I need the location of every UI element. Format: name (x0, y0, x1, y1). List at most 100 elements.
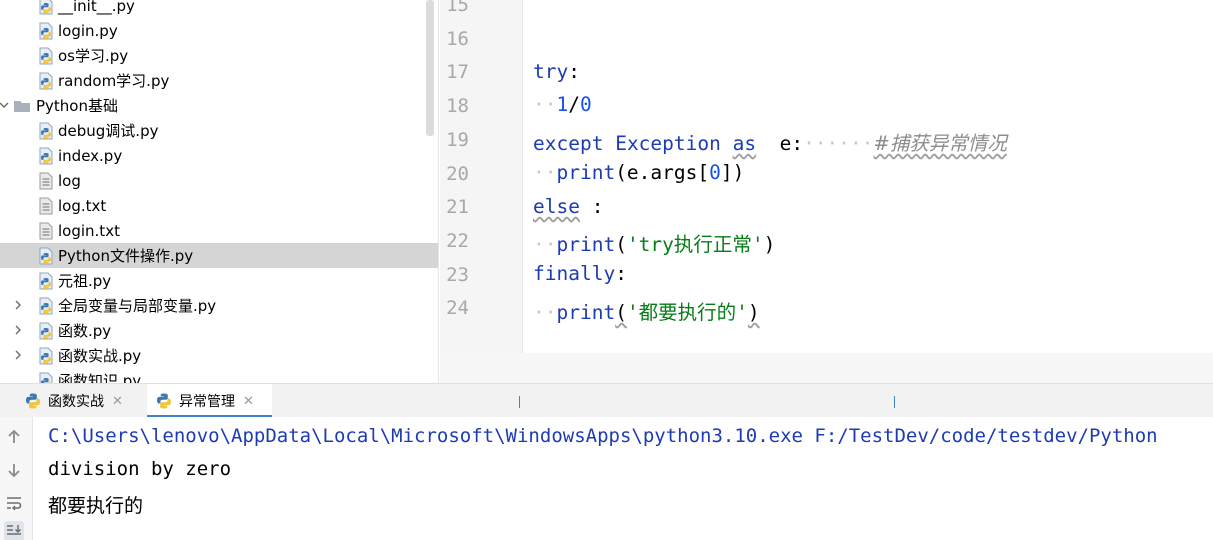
arrow-up-icon[interactable] (4, 427, 24, 447)
text-file-icon (38, 197, 54, 215)
python-file-icon (38, 372, 54, 383)
python-icon (26, 393, 40, 409)
chevron-down-icon[interactable] (0, 98, 11, 112)
tree-file[interactable]: index.py (0, 143, 438, 168)
python-file-icon (38, 47, 54, 65)
tree-file[interactable]: Python文件操作.py (0, 243, 438, 268)
string-literal: 'try执行正常' (626, 233, 764, 256)
tree-item-label: 全局变量与局部变量.py (58, 297, 217, 315)
scroll-to-end-icon[interactable] (4, 521, 24, 540)
string-literal: '都要执行的' (626, 301, 748, 324)
tree-item-label: 函数实战.py (58, 347, 142, 365)
python-file-icon (38, 247, 54, 265)
keyword-try: try (533, 60, 569, 83)
tree-item-label: debug调试.py (58, 122, 159, 140)
colon: : (568, 60, 580, 83)
whitespace-dots: ·· (533, 233, 557, 256)
tree-item-label: Python基础 (36, 97, 118, 115)
tree-file[interactable]: os学习.py (0, 43, 438, 68)
run-tab-label: 函数实战 (48, 394, 104, 410)
tree-file[interactable]: random学习.py (0, 68, 438, 93)
close-icon[interactable]: ✕ (243, 394, 254, 409)
python-file-icon (38, 297, 54, 315)
gutter-separator (522, 0, 523, 353)
code-line-21[interactable]: else : (533, 195, 603, 218)
python-icon (157, 393, 171, 409)
tree-item-label: Python文件操作.py (58, 247, 194, 265)
arrow-down-icon[interactable] (4, 460, 24, 480)
python-file-icon (38, 322, 54, 340)
python-file-icon (38, 272, 54, 290)
tree-item-label: 函数知识.py (58, 372, 142, 383)
close-icon[interactable]: ✕ (112, 394, 123, 409)
tree-file[interactable]: 元祖.py (0, 268, 438, 293)
keyword-else: else (533, 195, 580, 218)
tree-file[interactable]: login.py (0, 18, 438, 43)
operator: / (568, 93, 580, 116)
run-tab-label: 异常管理 (179, 394, 235, 410)
code-line-20[interactable]: ··print(e.args[0]) (533, 161, 744, 184)
tree-item-label: index.py (58, 146, 123, 165)
code-line-23[interactable]: finally: (533, 262, 627, 285)
tree-item-label: os学习.py (58, 47, 129, 65)
code-text: ]) (720, 161, 745, 184)
builtin-print: print (556, 233, 616, 256)
chevron-right-icon[interactable] (11, 323, 25, 337)
line-number: 17 (446, 61, 469, 84)
keyword-as: as (732, 132, 757, 155)
line-number: 20 (446, 162, 469, 185)
project-tree[interactable]: __init__.py login.py os学习.py random学习.py Pyt… (0, 0, 439, 383)
python-file-icon (38, 347, 54, 365)
code-line-17[interactable]: try: (533, 60, 580, 83)
tree-file[interactable]: log (0, 168, 438, 193)
builtin-print: print (556, 301, 616, 324)
tree-file[interactable]: debug调试.py (0, 118, 438, 143)
code-text: (e.args[ (615, 161, 710, 184)
exception-class: Exception (615, 132, 721, 155)
paren: ( (615, 301, 627, 324)
code-line-19[interactable]: except Exception as e:······#捕获异常情况 (533, 127, 1007, 156)
tree-folder[interactable]: Python基础 (0, 93, 438, 118)
colon: : (615, 262, 627, 285)
run-tab-yichang-guanli[interactable]: 异常管理 ✕ (147, 384, 272, 418)
python-file-icon (38, 147, 54, 165)
tree-file[interactable]: log.txt (0, 193, 438, 218)
tree-item-label: log.txt (58, 196, 107, 215)
colon: : (591, 195, 604, 218)
keyword-except: except (533, 132, 604, 155)
chevron-right-icon[interactable] (11, 298, 25, 312)
whitespace-dots: ······ (803, 132, 874, 155)
tree-file[interactable]: login.txt (0, 218, 438, 243)
tree-scrollbar[interactable] (426, 0, 434, 136)
whitespace-dots: ·· (533, 301, 557, 324)
line-number: 23 (446, 263, 469, 286)
tree-file[interactable]: 函数实战.py (0, 343, 438, 368)
python-file-icon (38, 22, 54, 40)
tree-file[interactable]: 函数.py (0, 318, 438, 343)
builtin-print: print (556, 161, 616, 184)
run-console[interactable]: C:\Users\lenovo\AppData\Local\Microsoft\… (34, 417, 1213, 540)
code-line-22[interactable]: ··print('try执行正常') (533, 228, 775, 257)
tree-file[interactable]: 函数知识.py (0, 368, 438, 383)
run-tab-bar: 函数实战 ✕ 异常管理 ✕ (0, 383, 1213, 418)
run-tab-hanshu-shizhan[interactable]: 函数实战 ✕ (20, 384, 138, 418)
tree-item-label: random学习.py (58, 72, 170, 90)
chevron-right-icon[interactable] (11, 348, 25, 362)
tree-file[interactable]: __init__.py (0, 0, 438, 18)
console-output-line: division by zero (48, 458, 232, 480)
text-file-icon (38, 222, 54, 240)
console-command-line: C:\Users\lenovo\AppData\Local\Microsoft\… (48, 425, 1158, 447)
code-line-18[interactable]: ··1/0 (533, 93, 592, 116)
tree-item-label: 元祖.py (58, 272, 112, 290)
line-number: 15 (446, 0, 469, 16)
soft-wrap-icon[interactable] (4, 493, 24, 513)
line-number: 24 (446, 297, 469, 320)
code-line-24[interactable]: ··print('都要执行的') (533, 296, 760, 325)
code-editor[interactable]: 15 16 17 18 19 20 21 22 23 24 try: ··1/0 except E… (440, 0, 1213, 353)
tree-item-label: 函数.py (58, 322, 112, 340)
line-number: 19 (446, 128, 469, 151)
line-number: 16 (446, 27, 469, 50)
tree-file[interactable]: 全局变量与局部变量.py (0, 293, 438, 318)
number-literal: 0 (709, 161, 721, 184)
paren: ) (747, 301, 760, 324)
